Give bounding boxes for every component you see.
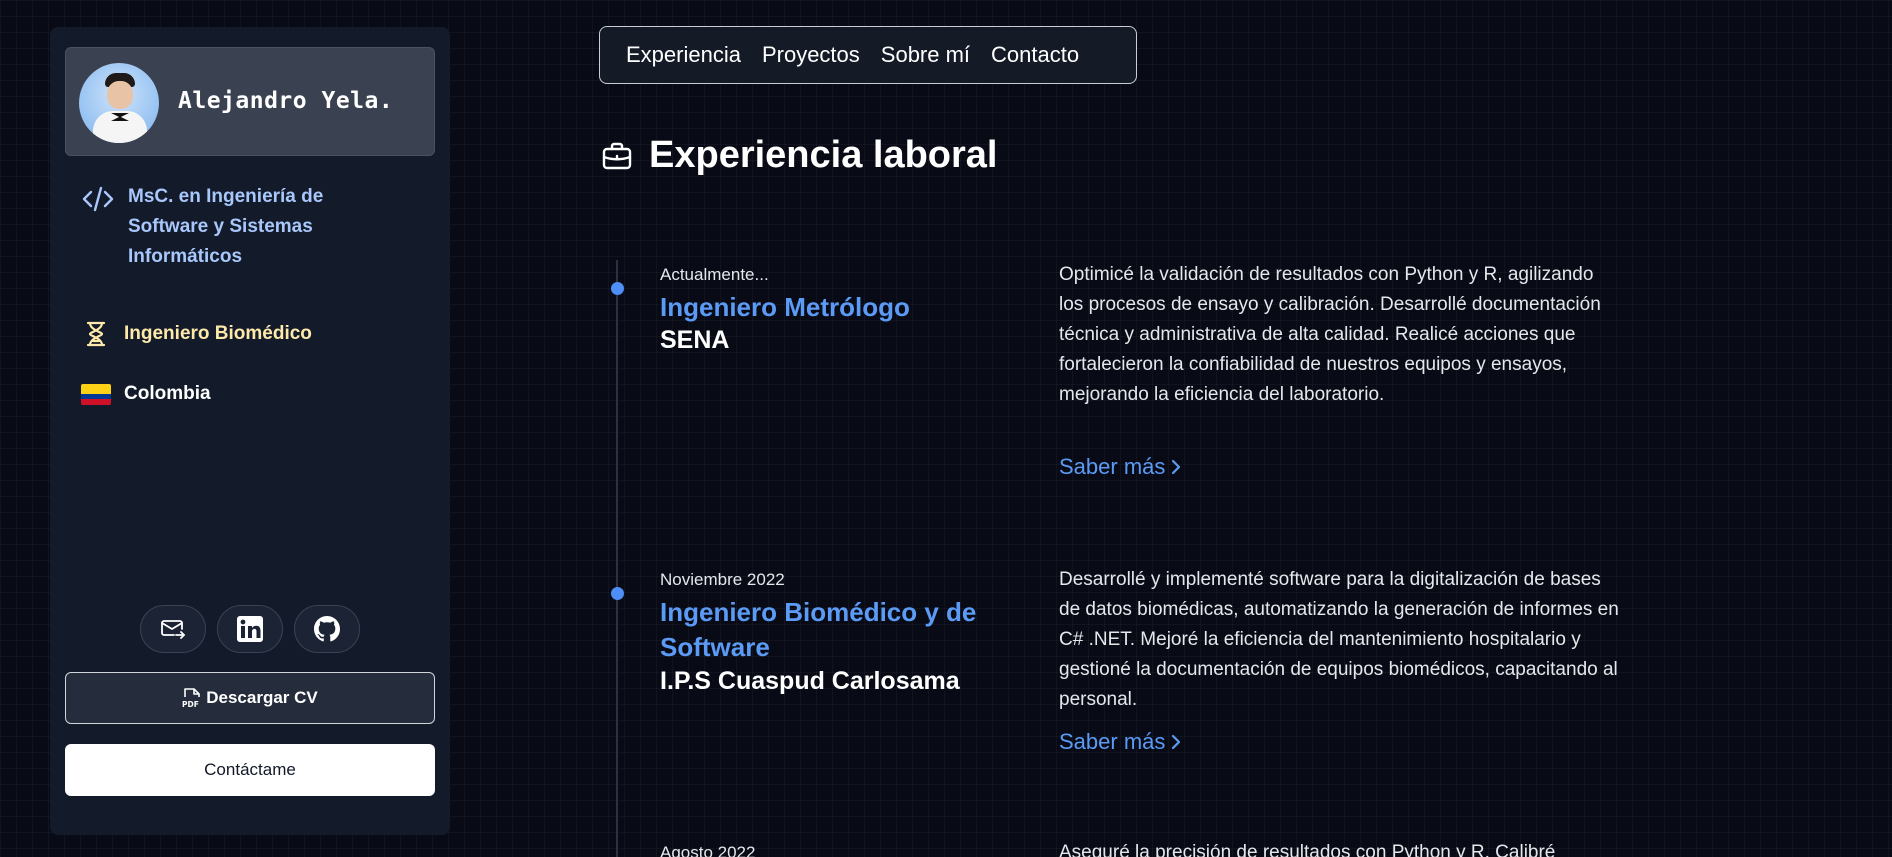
briefcase-icon xyxy=(601,140,633,172)
experience-date: Noviembre 2022 xyxy=(660,570,785,589)
svg-text:PDF: PDF xyxy=(182,700,199,709)
github-button[interactable] xyxy=(294,605,360,653)
saber-mas-label: Saber más xyxy=(1059,454,1166,479)
contact-me-label: Contáctame xyxy=(204,760,296,779)
code-icon xyxy=(80,184,116,214)
linkedin-icon xyxy=(237,616,263,642)
experience-company: SENA xyxy=(660,326,730,354)
section-title: Experiencia laboral xyxy=(649,134,998,176)
timeline-dot xyxy=(611,282,624,295)
experience-date: Agosto 2022 xyxy=(660,843,756,857)
github-icon xyxy=(314,616,340,642)
download-cv-button[interactable]: PDF Descargar CV xyxy=(65,672,435,724)
avatar xyxy=(79,63,159,143)
colombia-flag-icon xyxy=(78,379,114,409)
experience-role: Ingeniero Metrólogo xyxy=(660,292,910,322)
pdf-icon: PDF xyxy=(182,687,202,709)
sidebar: Alejandro Yela. MsC. en Ingeniería de So… xyxy=(50,27,450,835)
timeline-dot xyxy=(611,587,624,600)
job-row: Ingeniero Biomédico xyxy=(78,319,312,349)
saber-mas-link[interactable]: Saber más xyxy=(1059,454,1181,480)
mail-button[interactable] xyxy=(140,605,206,653)
section-header: Experiencia laboral xyxy=(601,134,998,177)
profile-card: Alejandro Yela. xyxy=(65,47,435,156)
degree-row: MsC. en Ingeniería de Software y Sistema… xyxy=(80,182,440,272)
mail-icon xyxy=(160,618,186,640)
experience-date: Actualmente... xyxy=(660,265,769,284)
nav-experiencia[interactable]: Experiencia xyxy=(626,42,741,68)
job-text: Ingeniero Biomédico xyxy=(124,323,312,344)
top-navbar: Experiencia Proyectos Sobre mí Contacto xyxy=(599,26,1137,84)
nav-proyectos[interactable]: Proyectos xyxy=(762,42,860,68)
experience-description: Desarrollé y implementé software para la… xyxy=(1059,569,1619,710)
experience-company: I.P.S Cuaspud Carlosama xyxy=(660,667,960,695)
country-text: Colombia xyxy=(124,383,211,404)
hourglass-icon xyxy=(78,319,114,349)
degree-text: MsC. en Ingeniería de Software y Sistema… xyxy=(128,186,324,267)
nav-sobre-mi[interactable]: Sobre mí xyxy=(881,42,970,68)
saber-mas-link[interactable]: Saber más xyxy=(1059,729,1181,755)
chevron-right-icon xyxy=(1165,459,1181,475)
linkedin-button[interactable] xyxy=(217,605,283,653)
contact-me-button[interactable]: Contáctame xyxy=(65,744,435,796)
nav-contacto[interactable]: Contacto xyxy=(991,42,1079,68)
profile-name: Alejandro Yela. xyxy=(178,88,394,114)
download-cv-label: Descargar CV xyxy=(206,688,318,707)
country-row: Colombia xyxy=(78,379,211,409)
chevron-right-icon xyxy=(1165,734,1181,750)
saber-mas-label: Saber más xyxy=(1059,729,1166,754)
experience-role: Ingeniero Biomédico y de Software xyxy=(660,597,977,662)
experience-description: Optimicé la validación de resultados con… xyxy=(1059,264,1601,405)
timeline-line xyxy=(616,260,618,857)
experience-description: Aseguré la precisión de resultados con P… xyxy=(1059,842,1556,857)
